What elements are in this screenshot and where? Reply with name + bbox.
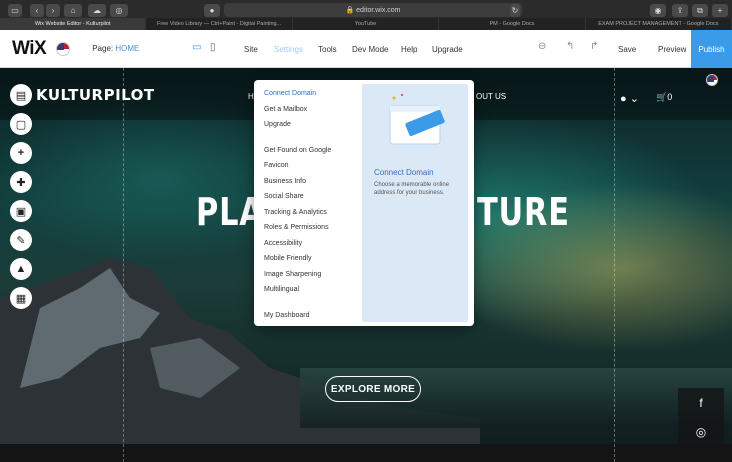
browser-tab[interactable]: PM - Google Docs [439, 18, 586, 30]
cloud-icon[interactable]: ☁ [88, 4, 106, 17]
explore-more-button[interactable]: EXPLORE MORE [325, 376, 421, 402]
menu-help[interactable]: Help [401, 30, 417, 68]
site-nav-item[interactable]: OUT US [476, 92, 506, 101]
reload-icon[interactable]: ↻ [510, 4, 520, 17]
domain-illustration-icon [389, 93, 445, 145]
preview-button[interactable]: Preview [658, 30, 686, 68]
instagram-icon[interactable]: ◎ [696, 425, 706, 439]
mobile-icon[interactable]: ▯ [210, 42, 216, 53]
add-icon[interactable]: + [10, 142, 32, 164]
add-apps-icon[interactable]: ✚ [10, 171, 32, 193]
wix-top-bar: WiX Page: HOME ▭ ▯ Site Settings Tools D… [0, 30, 732, 68]
gridline [123, 68, 124, 462]
site-logo[interactable]: KULTURPILOT [36, 86, 155, 104]
menu-item-connect-domain[interactable]: Connect Domain [264, 86, 364, 102]
menu-item-image-sharpening[interactable]: Image Sharpening [264, 267, 364, 283]
browser-chrome: ▭ ‹ › ⌂ ☁ ◎ ● 🔒 editor.wix.com ↻ ◉ ⇪ ⧉ +… [0, 0, 732, 30]
panel-description: Choose a memorable online address for yo… [374, 182, 450, 196]
zoom-icon[interactable]: ⊖ [538, 41, 546, 52]
page-selector[interactable]: Page: HOME [92, 44, 139, 53]
menu-item-get-found-on-google[interactable]: Get Found on Google [264, 143, 364, 159]
extension-icon[interactable]: ◉ [650, 4, 666, 17]
site-nav-item[interactable]: H [248, 92, 254, 101]
reading-icon[interactable]: ◎ [110, 4, 128, 17]
forward-icon[interactable]: › [46, 4, 60, 17]
address-bar[interactable]: 🔒 editor.wix.com [224, 3, 522, 17]
facebook-icon[interactable]: f [699, 396, 702, 410]
menu-item-social-share[interactable]: Social Share [264, 189, 364, 205]
menu-upgrade[interactable]: Upgrade [432, 30, 463, 68]
connect-domain-info-panel: Connect Domain Choose a memorable online… [362, 84, 468, 322]
social-bar: f ◎ [678, 388, 724, 446]
page-name: HOME [115, 44, 140, 53]
share-icon[interactable]: ⇪ [672, 4, 688, 17]
browser-tab[interactable]: EXAM PROJECT MANAGEMENT - Google Docs [586, 18, 732, 30]
menu-item-get-mailbox[interactable]: Get a Mailbox [264, 102, 364, 118]
editor-left-toolbar: ▤ ▢ + ✚ ▣ ✎ ▲ ▦ [10, 84, 32, 309]
bookings-icon[interactable]: ▦ [10, 287, 32, 309]
settings-menu-list: Connect Domain Get a Mailbox Upgrade Get… [264, 86, 364, 323]
cart-count: 0 [667, 92, 673, 102]
browser-tab[interactable]: YouTube [293, 18, 440, 30]
menu-item-favicon[interactable]: Favicon [264, 158, 364, 174]
menu-tools[interactable]: Tools [318, 30, 337, 68]
sidebar-icon[interactable]: ▭ [8, 4, 22, 17]
background-icon[interactable]: ▢ [10, 113, 32, 135]
menu-dev-mode[interactable]: Dev Mode [352, 30, 388, 68]
browser-tab[interactable]: Free Video Library — Ctrl+Paint - Digita… [146, 18, 293, 30]
menu-item-tracking-analytics[interactable]: Tracking & Analytics [264, 205, 364, 221]
undo-icon[interactable]: ↰ [566, 41, 574, 52]
tab-bar: Wix Website Editor - Kulturpilot Free Vi… [0, 18, 732, 30]
url-text: editor.wix.com [356, 6, 401, 14]
menu-settings[interactable]: Settings [274, 30, 303, 68]
menu-item-business-info[interactable]: Business Info [264, 174, 364, 190]
next-section-strip [0, 444, 732, 462]
browser-tab[interactable]: Wix Website Editor - Kulturpilot [0, 18, 147, 30]
pages-icon[interactable]: ▤ [10, 84, 32, 106]
menu-item-roles-permissions[interactable]: Roles & Permissions [264, 220, 364, 236]
menu-item-my-dashboard[interactable]: My Dashboard [264, 308, 364, 324]
media-icon[interactable]: ▣ [10, 200, 32, 222]
privacy-icon[interactable]: ● [204, 4, 220, 17]
home-icon[interactable]: ⌂ [64, 4, 82, 17]
menu-item-mobile-friendly[interactable]: Mobile Friendly [264, 251, 364, 267]
save-button[interactable]: Save [618, 30, 636, 68]
gridline [614, 68, 615, 462]
store-icon[interactable]: ▲ [10, 258, 32, 280]
panel-title: Connect Domain [374, 168, 434, 177]
settings-dropdown: Connect Domain Get a Mailbox Upgrade Get… [254, 80, 474, 326]
menu-item-accessibility[interactable]: Accessibility [264, 236, 364, 252]
cart-icon[interactable]: 🛒0 [656, 92, 672, 103]
design-icon[interactable]: ✎ [10, 229, 32, 251]
wix-logo: WiX [12, 37, 47, 59]
page-label: Page: [92, 44, 114, 53]
tabs-icon[interactable]: ⧉ [692, 4, 708, 17]
user-icon[interactable]: ● ⌄ [620, 92, 639, 105]
desktop-icon[interactable]: ▭ [192, 42, 201, 53]
hero-title-right[interactable]: TURE [477, 190, 570, 234]
redo-icon[interactable]: ↱ [590, 41, 598, 52]
menu-item-multilingual[interactable]: Multilingual [264, 282, 364, 298]
language-flag-icon[interactable] [56, 41, 71, 56]
new-tab-icon[interactable]: + [712, 4, 728, 17]
back-icon[interactable]: ‹ [30, 4, 44, 17]
menu-item-upgrade[interactable]: Upgrade [264, 117, 364, 133]
publish-button[interactable]: Publish [691, 30, 732, 68]
language-flag-icon[interactable] [706, 74, 718, 86]
menu-site[interactable]: Site [244, 30, 258, 68]
